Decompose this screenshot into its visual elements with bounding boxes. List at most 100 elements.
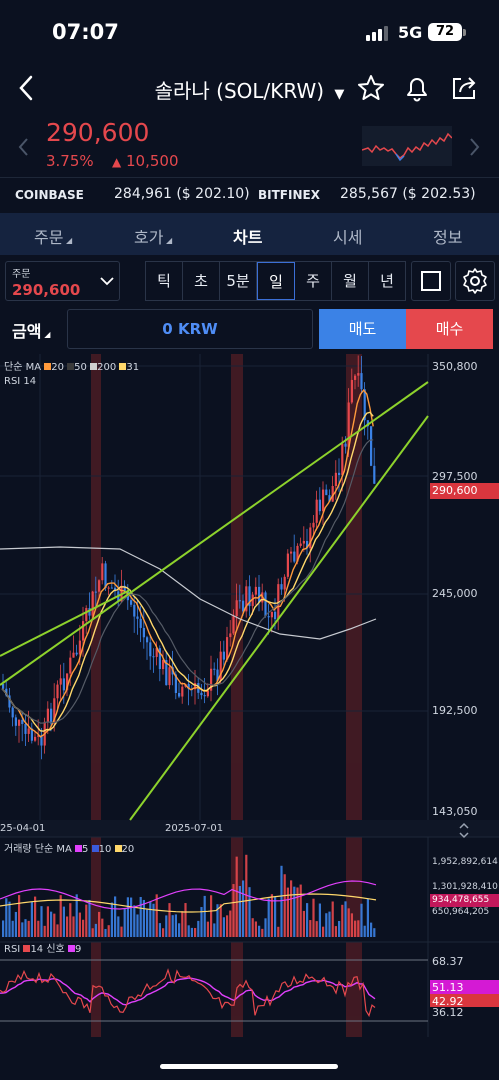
- candle: [290, 551, 293, 554]
- share-icon[interactable]: [449, 73, 479, 103]
- bell-icon[interactable]: [402, 73, 432, 103]
- volume-bar: [14, 911, 17, 937]
- change-amount: ▲ 10,500: [112, 152, 179, 170]
- candle: [341, 443, 344, 476]
- candle: [98, 580, 101, 592]
- exchange-name: BITFINEX: [258, 188, 320, 202]
- candle: [286, 553, 289, 577]
- candle: [360, 373, 363, 390]
- candle: [238, 600, 241, 602]
- candle: [229, 633, 232, 638]
- candle: [62, 678, 65, 691]
- volume-bar: [88, 899, 91, 937]
- candle: [14, 717, 17, 726]
- candle: [56, 684, 59, 699]
- timeframe-5min[interactable]: 5분: [220, 262, 257, 300]
- order-label: 주문: [12, 269, 31, 280]
- volume-bar: [334, 926, 337, 937]
- timeframe-selector: 틱 초 5분 일 주 월 년: [145, 261, 406, 301]
- timeframe-tick[interactable]: 틱: [146, 262, 183, 300]
- candle: [142, 627, 145, 638]
- volume-bar: [280, 865, 283, 937]
- order-value: 290,600: [12, 281, 81, 299]
- volume-bar: [62, 906, 65, 937]
- volume-bar: [290, 880, 293, 937]
- timeframe-year[interactable]: 년: [369, 262, 405, 300]
- current-price-label: 290,600: [432, 484, 478, 497]
- chevron-down-icon[interactable]: ▼: [334, 87, 344, 102]
- tab-order[interactable]: 주문 ◢: [34, 224, 72, 248]
- volume-bar: [274, 897, 277, 937]
- amount-input[interactable]: 0 KRW: [67, 309, 313, 349]
- candle: [232, 616, 235, 634]
- candle: [24, 723, 27, 734]
- volume-legend: 거래량 단순 MA 5 10 20: [4, 844, 135, 855]
- candle: [258, 586, 261, 603]
- volume-bar: [110, 902, 113, 937]
- volume-bar: [18, 895, 21, 937]
- volume-bar: [142, 899, 145, 937]
- volume-tick: 1,952,892,614: [432, 857, 498, 867]
- tab-orderbook[interactable]: 호가 ◢: [134, 224, 172, 248]
- prev-chevron-icon[interactable]: [16, 136, 30, 158]
- rsi-legend: RSI 14 신호 9: [4, 944, 82, 955]
- volume-bar: [152, 903, 155, 937]
- volume-bar: [24, 919, 27, 937]
- buy-button[interactable]: 매수: [406, 309, 493, 349]
- volume-bar: [299, 884, 302, 937]
- volume-bar: [370, 922, 373, 937]
- tab-quotes[interactable]: 시세: [333, 224, 362, 248]
- candle: [18, 719, 21, 726]
- volume-bar: [248, 887, 251, 937]
- candle: [334, 472, 337, 487]
- timeframe-week[interactable]: 주: [295, 262, 332, 300]
- candle: [354, 375, 357, 380]
- candle: [347, 402, 350, 447]
- volume-bar: [226, 915, 229, 937]
- volume-bar: [219, 904, 222, 937]
- candle: [370, 426, 373, 466]
- current-price: 290,600: [46, 118, 150, 147]
- timeframe-day[interactable]: 일: [257, 262, 295, 300]
- star-icon[interactable]: [356, 73, 386, 103]
- volume-bar: [117, 916, 120, 937]
- signal-icon: [366, 26, 388, 41]
- volume-bar: [21, 922, 24, 937]
- timeframe-month[interactable]: 월: [332, 262, 369, 300]
- volume-bar: [174, 914, 177, 937]
- volume-bar: [258, 925, 261, 937]
- next-chevron-icon[interactable]: [468, 136, 482, 158]
- ma-legend: 단순 MA 20 50 200 31: [4, 362, 140, 373]
- tab-info[interactable]: 정보: [433, 224, 462, 248]
- candle: [75, 652, 78, 655]
- price-tick: 143,050: [432, 805, 478, 818]
- settings-button[interactable]: [455, 261, 495, 301]
- sell-button[interactable]: 매도: [319, 309, 406, 349]
- volume-bar: [126, 897, 129, 937]
- volume-tick: 650,964,205: [432, 907, 490, 917]
- candle: [46, 708, 49, 722]
- timeframe-second[interactable]: 초: [183, 262, 220, 300]
- sparkline: [362, 126, 452, 166]
- candle: [322, 489, 325, 512]
- volume-bar: [168, 903, 171, 937]
- volume-bar: [66, 916, 69, 937]
- amount-type-select[interactable]: 금액 ◢: [12, 318, 50, 342]
- candle: [254, 586, 257, 595]
- candle: [110, 587, 113, 589]
- tab-chart[interactable]: 차트: [233, 224, 262, 248]
- candle: [85, 608, 88, 622]
- candle: [350, 379, 353, 403]
- volume-bar: [254, 921, 257, 937]
- candle: [226, 637, 229, 660]
- volume-bar: [85, 904, 88, 937]
- volume-bar: [187, 925, 190, 937]
- candle: [200, 692, 203, 696]
- candle: [181, 686, 184, 697]
- volume-bar: [229, 910, 232, 937]
- order-price-select[interactable]: 주문 290,600: [5, 261, 120, 301]
- candle: [264, 592, 267, 617]
- candle: [69, 657, 72, 674]
- layout-button[interactable]: [411, 261, 451, 301]
- volume-bar: [242, 880, 245, 937]
